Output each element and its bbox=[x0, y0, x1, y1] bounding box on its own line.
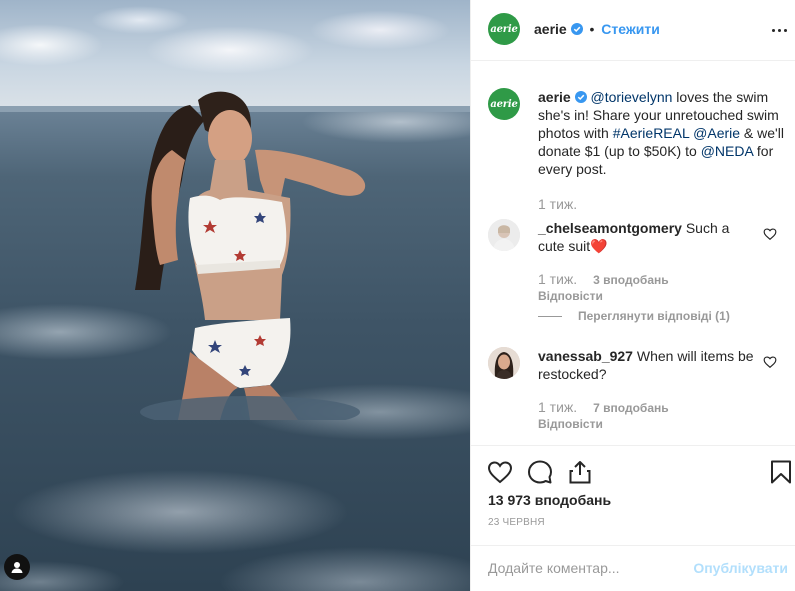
comment-username[interactable]: _chelseamontgomery bbox=[538, 220, 682, 236]
post-actions: 13 973 вподобань 23 ЧЕРВНЯ bbox=[471, 445, 795, 545]
reply-button[interactable]: Відповісти bbox=[538, 417, 603, 431]
caption-author-avatar[interactable]: aerie bbox=[488, 88, 520, 120]
brand-logo-text: aerie bbox=[490, 23, 518, 35]
caption-hashtag-aeriereal[interactable]: #AerieREAL bbox=[613, 125, 690, 141]
verified-badge-icon bbox=[574, 91, 587, 103]
comment-body: _chelseamontgomery Such a cute suit❤️ bbox=[538, 219, 758, 255]
comment-likes-count[interactable]: 7 вподобань bbox=[593, 401, 668, 415]
comment-meta: 1 тиж. 7 вподобань bbox=[538, 399, 669, 415]
view-replies-label: Переглянути відповіді (1) bbox=[578, 309, 730, 323]
tagged-user-icon[interactable] bbox=[4, 554, 30, 580]
caption-mention-neda[interactable]: @NEDA bbox=[701, 143, 753, 159]
caption-text: aerie @torievelynn loves the swim she's … bbox=[538, 88, 788, 178]
commenter-avatar[interactable] bbox=[488, 219, 520, 251]
author-avatar[interactable]: aerie bbox=[488, 13, 520, 45]
replies-divider-line bbox=[538, 316, 562, 317]
header-separator: • bbox=[589, 21, 595, 37]
comment-meta: 1 тиж. 3 вподобань bbox=[538, 271, 669, 287]
comment-timestamp[interactable]: 1 тиж. bbox=[538, 271, 577, 287]
caption-mention-aerie[interactable]: @Aerie bbox=[693, 125, 740, 141]
comment-timestamp[interactable]: 1 тиж. bbox=[538, 399, 577, 415]
photo-model-figure bbox=[135, 91, 366, 420]
instagram-post-modal: aerie aerie • Стежити aerie aerie @torie… bbox=[0, 0, 795, 591]
caption-mention-torievelynn[interactable]: @torievelynn bbox=[590, 89, 672, 105]
share-icon[interactable] bbox=[567, 459, 593, 485]
post-sidebar: aerie aerie • Стежити aerie aerie @torie… bbox=[470, 0, 795, 591]
post-photo[interactable] bbox=[0, 0, 470, 591]
publish-button[interactable]: Опублікувати bbox=[693, 560, 788, 576]
comment-likes-count[interactable]: 3 вподобань bbox=[593, 273, 668, 287]
comment-input[interactable] bbox=[488, 558, 688, 578]
more-options-icon[interactable] bbox=[770, 22, 788, 38]
comment-username[interactable]: vanessab_927 bbox=[538, 348, 633, 364]
comment-icon[interactable] bbox=[527, 459, 553, 485]
like-comment-heart-icon[interactable] bbox=[763, 355, 777, 369]
caption-timestamp[interactable]: 1 тиж. bbox=[538, 196, 577, 212]
comment-body: vanessab_927 When will items be restocke… bbox=[538, 347, 758, 383]
comments-list[interactable]: aerie aerie @torievelynn loves the swim … bbox=[471, 61, 795, 445]
caption-username[interactable]: aerie bbox=[538, 89, 571, 105]
heart-emoji: ❤️ bbox=[590, 238, 608, 254]
view-replies-button[interactable]: Переглянути відповіді (1) bbox=[538, 309, 730, 323]
author-line: aerie • Стежити bbox=[534, 21, 660, 37]
likes-count[interactable]: 13 973 вподобань bbox=[488, 492, 611, 508]
follow-button[interactable]: Стежити bbox=[601, 21, 660, 37]
verified-badge-icon bbox=[570, 23, 583, 35]
caption-brand-logo-text: aerie bbox=[490, 98, 518, 110]
like-comment-heart-icon[interactable] bbox=[763, 227, 777, 241]
author-username[interactable]: aerie bbox=[534, 21, 567, 37]
add-comment-bar: Опублікувати bbox=[471, 545, 795, 591]
heart-icon[interactable] bbox=[487, 459, 513, 485]
bookmark-icon[interactable] bbox=[768, 459, 794, 485]
reply-button[interactable]: Відповісти bbox=[538, 289, 603, 303]
commenter-avatar[interactable] bbox=[488, 347, 520, 379]
post-date[interactable]: 23 ЧЕРВНЯ bbox=[488, 517, 545, 528]
post-header: aerie aerie • Стежити bbox=[471, 0, 795, 61]
